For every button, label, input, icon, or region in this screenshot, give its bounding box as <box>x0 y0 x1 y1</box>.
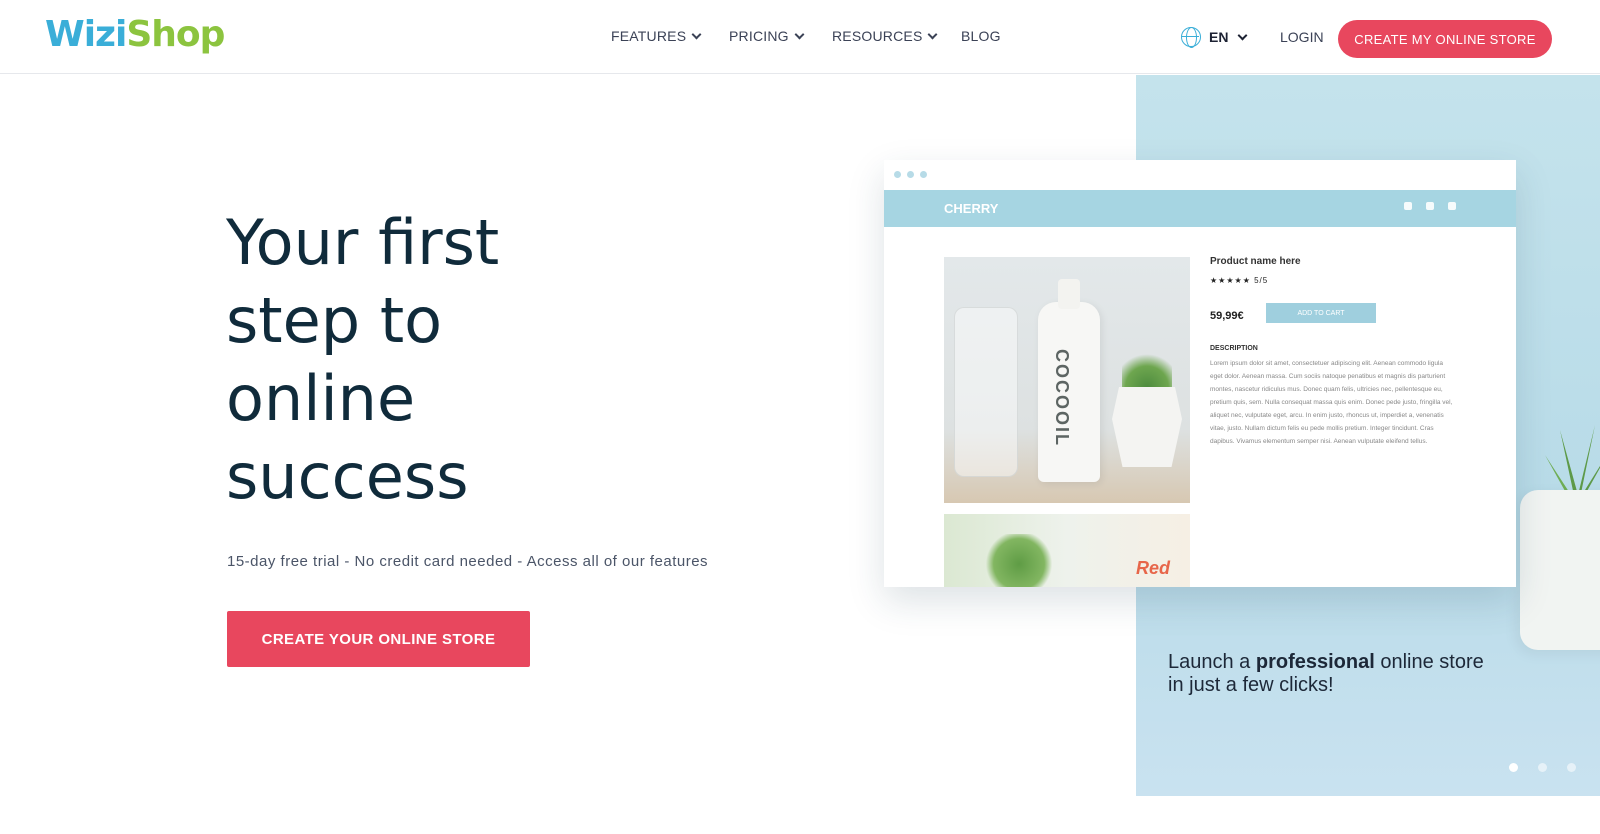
nav-blog[interactable]: BLOG <box>961 28 1001 44</box>
create-store-main-button[interactable]: CREATE YOUR ONLINE STORE <box>227 611 530 667</box>
user-icon <box>1426 202 1434 210</box>
language-selector[interactable]: EN <box>1181 27 1248 48</box>
carousel-dot[interactable] <box>1567 763 1576 772</box>
plant-decoration <box>1545 425 1600 500</box>
nav-blog-label: BLOG <box>961 28 1001 44</box>
nav-pricing-label: PRICING <box>729 28 789 44</box>
login-link[interactable]: LOGIN <box>1280 29 1324 45</box>
hero-title-line: step to <box>226 284 443 357</box>
glass-jar-decoration <box>954 307 1018 477</box>
chevron-down-icon <box>794 29 805 39</box>
nav-pricing[interactable]: PRICING <box>729 28 805 44</box>
hero-title: Your first step to online success <box>226 204 646 516</box>
carousel-dots <box>1509 763 1576 772</box>
slide-tagline: Launch a professional online store in ju… <box>1168 651 1484 696</box>
succulent-decoration <box>1122 347 1172 392</box>
hero-title-line: online <box>226 362 416 435</box>
mock-header-icons <box>1404 202 1456 210</box>
pot-decoration <box>1112 387 1182 467</box>
nav-resources[interactable]: RESOURCES <box>832 28 938 44</box>
bottle-label: COCOOIL <box>1052 349 1072 447</box>
mock-product-image: COCOOIL <box>944 257 1190 503</box>
mock-product-name: Product name here <box>1210 256 1301 267</box>
store-preview-mockup: CHERRY COCOOIL Red Product name here ★★★… <box>884 160 1516 587</box>
chevron-down-icon <box>691 29 702 39</box>
globe-icon <box>1181 27 1201 48</box>
mock-product-thumbnail: Red <box>944 514 1190 587</box>
language-label: EN <box>1209 29 1229 45</box>
mock-description-heading: DESCRIPTION <box>1210 345 1258 352</box>
cart-icon <box>1448 202 1456 210</box>
nav-features-label: FEATURES <box>611 28 687 44</box>
carousel-dot[interactable] <box>1538 763 1547 772</box>
hero-subtitle: 15-day free trial - No credit card neede… <box>227 553 709 570</box>
mock-price: 59,99€ <box>1210 310 1244 322</box>
flag-icon <box>1404 202 1412 210</box>
chevron-down-icon <box>1238 30 1248 40</box>
plant-pot-decoration <box>1520 490 1600 650</box>
mock-add-to-cart-button: ADD TO CART <box>1266 303 1376 323</box>
browser-window-dots <box>884 160 1516 188</box>
hero-title-line: success <box>226 440 469 513</box>
mock-store-header: CHERRY <box>884 190 1516 227</box>
nav-features[interactable]: FEATURES <box>611 28 702 44</box>
hero-title-line: Your first <box>226 206 500 279</box>
chevron-down-icon <box>928 29 938 39</box>
top-navigation-bar: WiziShop FEATURES PRICING RESOURCES BLOG… <box>0 0 1600 74</box>
second-bottle-label: Red <box>1136 558 1171 578</box>
wizishop-logo[interactable]: WiziShop <box>45 14 225 55</box>
carousel-dot[interactable] <box>1509 763 1518 772</box>
mock-rating: ★★★★★ 5/5 <box>1210 276 1269 285</box>
create-store-header-button[interactable]: CREATE MY ONLINE STORE <box>1338 20 1552 58</box>
mock-store-name: CHERRY <box>944 201 999 216</box>
nav-resources-label: RESOURCES <box>832 28 923 44</box>
mock-description: Lorem ipsum dolor sit amet, consectetuer… <box>1210 360 1453 445</box>
